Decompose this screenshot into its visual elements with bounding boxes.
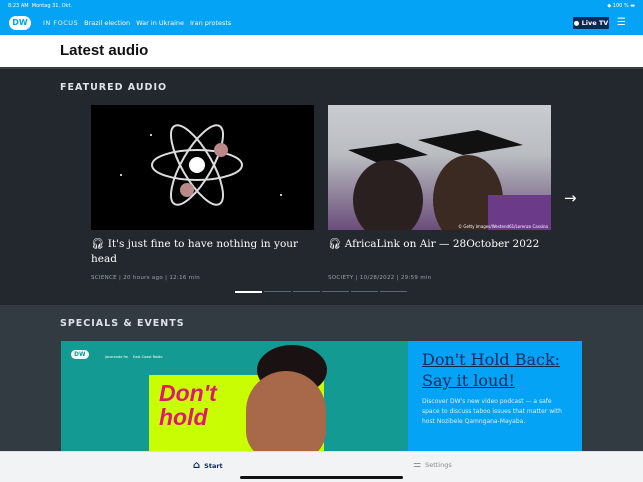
live-tv-label: Live TV xyxy=(581,19,609,27)
banner-image: DW jacaranda fm East Coast Radio Don't h… xyxy=(61,341,408,451)
separator: | xyxy=(355,275,358,281)
card-title[interactable]: It's just fine to have nothing in your h… xyxy=(91,238,298,265)
home-icon: ⌂ xyxy=(193,460,201,471)
graduates-photo: © Getty Images/Westend61/Lorenzo Cassina xyxy=(328,105,551,230)
east-coast-radio-logo: East Coast Radio xyxy=(133,355,163,359)
tab-start-label: Start xyxy=(204,461,223,470)
nav-link-brazil-election[interactable]: Brazil election xyxy=(84,19,130,27)
section-title: FEATURED AUDIO xyxy=(60,82,168,93)
tab-start[interactable]: ⌂ Start xyxy=(193,460,223,471)
page-dot[interactable] xyxy=(264,291,291,292)
nav-link-iran-protests[interactable]: Iran protests xyxy=(190,19,231,27)
in-focus-label: IN FOCUS xyxy=(43,19,79,27)
jacaranda-logo: jacaranda fm xyxy=(105,355,129,359)
battery-level: 100 % xyxy=(612,3,629,9)
photo-credit: © Getty Images/Westend61/Lorenzo Cassina xyxy=(458,224,548,229)
status-bar: 8:23 AM Montag 31. Okt. ◆ 100 % ▬ xyxy=(0,0,643,11)
banner-art-text: Don't hold xyxy=(159,380,217,430)
card-duration: 29:59 min xyxy=(400,275,432,281)
banner-description: Discover DW's new video podcast — a safe… xyxy=(422,398,562,425)
dw-logo[interactable]: DW xyxy=(9,16,31,30)
page-title: Latest audio xyxy=(60,42,149,59)
page-header: Latest audio xyxy=(0,35,643,67)
status-date: Montag 31. Okt. xyxy=(31,3,73,9)
page-dot[interactable] xyxy=(380,291,407,292)
card-duration: 12:16 min xyxy=(169,275,200,281)
special-banner[interactable]: DW jacaranda fm East Coast Radio Don't h… xyxy=(61,341,582,451)
card-time: 10/28/2022 xyxy=(359,275,395,281)
card-category: SOCIETY xyxy=(328,275,354,281)
banner-heading-link[interactable]: Don't Hold Back: Say it loud! xyxy=(422,349,568,391)
next-arrow-icon[interactable]: → xyxy=(564,189,577,207)
section-title: SPECIALS & EVENTS xyxy=(60,318,185,329)
card-title[interactable]: AfricaLink on Air — 28October 2022 xyxy=(345,238,540,250)
nav-link-war-in-ukraine[interactable]: War in Ukraine xyxy=(136,19,184,27)
wifi-icon: ◆ xyxy=(607,3,612,9)
tab-settings[interactable]: ⚌ Settings xyxy=(413,460,452,470)
sliders-icon: ⚌ xyxy=(413,460,422,470)
tab-bar: ⌂ Start ⚌ Settings xyxy=(0,451,643,482)
page-dot[interactable] xyxy=(235,291,262,293)
live-tv-button[interactable]: ● Live TV xyxy=(573,17,609,29)
separator: | xyxy=(119,275,122,281)
battery-icon: ▬ xyxy=(630,3,635,9)
atom-illustration xyxy=(91,105,314,230)
audio-card[interactable]: 🎧︎ It's just fine to have nothing in you… xyxy=(91,105,314,281)
specials-section: SPECIALS & EVENTS DW jacaranda fm East C… xyxy=(0,305,643,451)
featured-audio-section: FEATURED AUDIO 🎧︎ It's just fine to have… xyxy=(0,67,643,305)
card-time: 20 hours ago xyxy=(123,275,164,281)
status-time: 8:23 AM xyxy=(8,3,29,9)
home-indicator xyxy=(240,476,403,479)
tab-settings-label: Settings xyxy=(425,461,452,469)
audio-card[interactable]: © Getty Images/Westend61/Lorenzo Cassina… xyxy=(328,105,551,281)
page-dot[interactable] xyxy=(293,291,320,292)
carousel-pagination xyxy=(235,291,407,293)
headphones-icon: 🎧︎ xyxy=(91,238,105,250)
card-category: SCIENCE xyxy=(91,275,117,281)
headphones-icon: 🎧︎ xyxy=(328,238,342,250)
dw-logo: DW xyxy=(71,350,89,359)
separator: | xyxy=(165,275,168,281)
page-dot[interactable] xyxy=(322,291,349,292)
page-dot[interactable] xyxy=(351,291,378,292)
top-nav: DW IN FOCUS Brazil election War in Ukrai… xyxy=(0,11,643,35)
hamburger-menu-icon[interactable]: ☰ xyxy=(617,18,628,28)
separator: | xyxy=(396,275,399,281)
